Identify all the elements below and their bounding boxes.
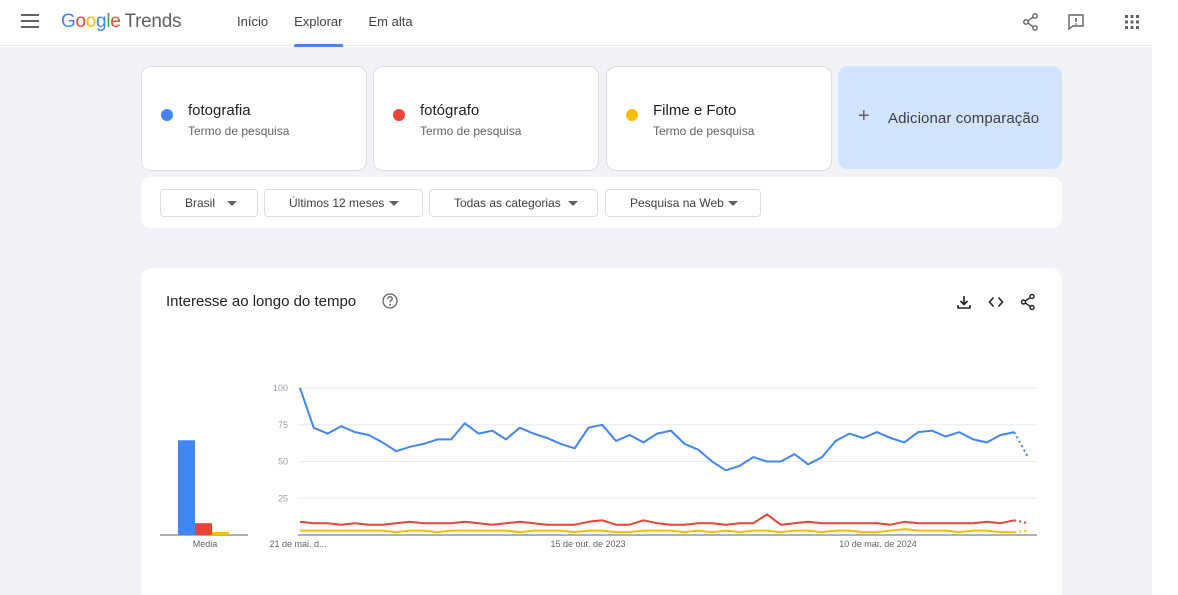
- series-partial-segment-2: [1014, 519, 1029, 525]
- interest-chart: Média 25 50 75 100 21 de mai. d... 15 de ou…: [160, 383, 1037, 549]
- x-tick-label: 15 de out. de 2023: [550, 539, 625, 549]
- y-tick-label: 75: [278, 420, 288, 430]
- y-tick-label: 100: [273, 383, 288, 393]
- line-chart-x-axis: 21 de mai. d... 15 de out. de 2023 10 de…: [269, 539, 916, 549]
- avg-bar-2[interactable]: [195, 523, 212, 535]
- avg-bar-3[interactable]: [212, 532, 229, 535]
- avg-bar-1[interactable]: [178, 440, 195, 535]
- series-partial-segment-3: [1014, 529, 1029, 534]
- series-line-3[interactable]: [300, 528, 1015, 534]
- series-line-1[interactable]: [299, 387, 1015, 472]
- series-line-2[interactable]: [299, 513, 1015, 526]
- line-chart-series: [299, 387, 1029, 534]
- y-tick-label: 50: [278, 457, 288, 467]
- y-tick-label: 25: [278, 493, 288, 503]
- series-partial-segment-1: [1013, 431, 1029, 458]
- x-tick-label: 21 de mai. d...: [269, 539, 326, 549]
- line-chart-grid: 25 50 75 100: [273, 383, 1037, 536]
- x-tick-label: 10 de mar. de 2024: [839, 539, 917, 549]
- avg-axis-label: Média: [193, 539, 218, 549]
- average-bar-chart: Média: [160, 440, 248, 549]
